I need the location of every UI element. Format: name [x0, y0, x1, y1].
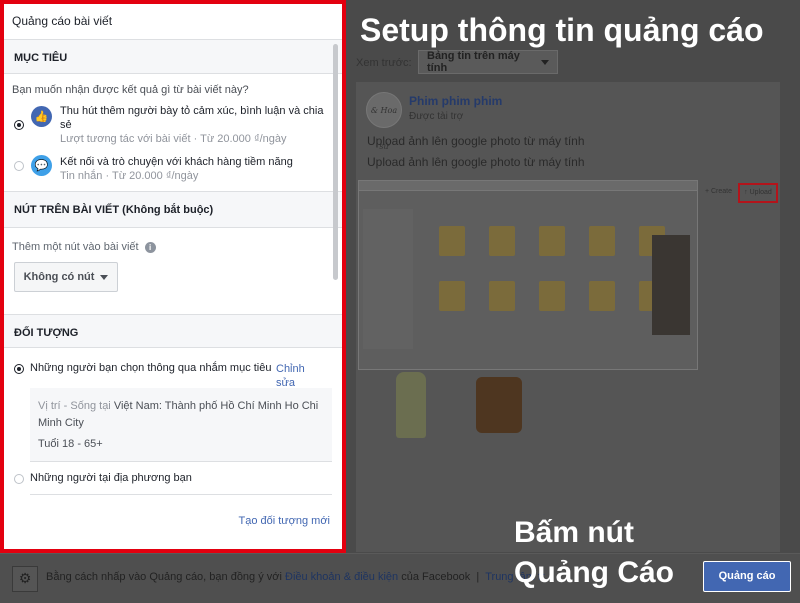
objective-question: Bạn muốn nhận được kết quả gì từ bài viế…: [12, 84, 249, 96]
sponsored-label: Được tài trợ: [409, 111, 464, 122]
chevron-down-icon: [100, 274, 109, 280]
audience-age: Tuổi 18 - 65+: [38, 438, 103, 450]
button-dropdown[interactable]: Không có nút: [14, 262, 118, 292]
preview-placement-select[interactable]: Bảng tin trên máy tính: [418, 50, 558, 74]
product-bottle-photo: [396, 372, 426, 438]
audience-location: Vị trí - Sống tại Việt Nam: Thành phố Hồ…: [38, 398, 324, 432]
create-button: + Create: [704, 188, 732, 195]
open-dialog-sidebar: [363, 209, 413, 349]
audience-radio-targeted[interactable]: [14, 364, 24, 374]
post-image-screenshot: [358, 180, 698, 370]
location-prefix: Vị trí - Sống tại: [38, 400, 111, 412]
objective-option-engagement[interactable]: 👍 Thu hút thêm người bày tỏ cảm xúc, bìn…: [4, 102, 342, 151]
messenger-icon: 💬: [31, 155, 52, 176]
annotation-headline: Setup thông tin quảng cáo: [360, 12, 764, 48]
folder-icon: [589, 226, 615, 256]
thumbs-up-icon: 👍: [31, 106, 52, 127]
preview-label: Xem trước:: [356, 57, 412, 69]
page-name[interactable]: Phim phim phim: [409, 94, 502, 108]
boost-ad-button[interactable]: Quảng cáo: [703, 561, 791, 592]
objective-engagement-title: Thu hút thêm người bày tỏ cảm xúc, bình …: [60, 105, 324, 131]
product-jar-photo: [476, 377, 522, 433]
panel-title: Quảng cáo bài viết: [4, 4, 342, 40]
button-dropdown-value: Không có nút: [23, 271, 95, 283]
folder-icon: [589, 281, 615, 311]
audience-radio-local[interactable]: [14, 474, 24, 484]
ad-preview-card: & Hoa sữ Phim phim phim Được tài trợ Upl…: [356, 82, 780, 552]
boost-post-panel: Quảng cáo bài viết MỤC TIÊU Bạn muốn nhậ…: [0, 0, 346, 553]
upload-button: ↑ Upload: [738, 183, 778, 203]
annotation-cta: Bấm nút Quảng Cáo: [514, 513, 674, 593]
footer-bar: ⚙ Bằng cách nhấp vào Quảng cáo, bạn đồng…: [0, 553, 800, 603]
footer-terms-text: Bằng cách nhấp vào Quảng cáo, bạn đồng ý…: [46, 571, 545, 583]
folder-icon: [489, 226, 515, 256]
page-avatar[interactable]: & Hoa sữ: [366, 92, 402, 151]
audience-section-title: ĐỐI TƯỢNG: [4, 314, 342, 348]
audience-targeted-label: Những người bạn chọn thông qua nhắm mục …: [30, 362, 272, 374]
footer-separator: |: [473, 571, 483, 583]
folder-icon: [539, 226, 565, 256]
info-icon[interactable]: i: [144, 241, 156, 253]
folder-icon: [439, 281, 465, 311]
footer-text-prefix: Bằng cách nhấp vào Quảng cáo, bạn đồng ý…: [46, 571, 282, 583]
add-button-label-row: Thêm một nút vào bài viết i: [4, 228, 342, 253]
audience-option-targeted[interactable]: Những người bạn chọn thông qua nhắm mục …: [4, 362, 342, 389]
objective-option-messages[interactable]: 💬 Kết nối và trò chuyện với khách hàng t…: [4, 153, 342, 191]
gear-icon[interactable]: ⚙: [12, 566, 38, 592]
objective-engagement-sub: Lượt tương tác với bài viết · Từ 20.000 …: [60, 133, 287, 145]
objective-radio-engagement[interactable]: [14, 120, 24, 130]
room-photo: [652, 235, 690, 335]
audience-option-local[interactable]: Những người tại địa phương bạn: [4, 472, 342, 484]
chevron-down-icon: [541, 59, 549, 65]
folder-icon: [439, 226, 465, 256]
audience-divider: [30, 461, 332, 462]
audience-divider-2: [30, 494, 332, 495]
preview-select-value: Bảng tin trên máy tính: [427, 50, 520, 74]
open-dialog-titlebar: [359, 181, 697, 191]
footer-text-mid: của Facebook: [401, 571, 471, 583]
audience-local-label: Những người tại địa phương bạn: [30, 472, 192, 484]
audience-edit-link[interactable]: Chỉnh sửa: [276, 362, 306, 390]
objective-section-title: MỤC TIÊU: [4, 40, 342, 74]
audience-summary: Vị trí - Sống tại Việt Nam: Thành phố Hồ…: [30, 388, 332, 461]
post-text-line-1: Upload ảnh lên google photo từ máy tính: [367, 134, 585, 148]
create-audience-link[interactable]: Tạo đối tượng mới: [239, 515, 331, 527]
objective-messages-title: Kết nối và trò chuyện với khách hàng tiề…: [60, 156, 293, 168]
terms-link[interactable]: Điều khoản & điều kiện: [285, 571, 398, 583]
annotation-cta-line-2: Quảng Cáo: [514, 556, 675, 589]
add-button-label: Thêm một nút vào bài viết: [12, 241, 139, 253]
folder-icon: [539, 281, 565, 311]
annotation-cta-line-1: Bấm nút: [514, 516, 634, 549]
post-text-line-2: Upload ảnh lên google photo từ máy tính: [367, 155, 585, 169]
objective-radio-messages[interactable]: [14, 161, 24, 171]
objective-messages-sub: Tin nhắn · Từ 20.000 ₫/ngày: [60, 170, 199, 182]
folder-icon: [489, 281, 515, 311]
button-section-title: NÚT TRÊN BÀI VIẾT (Không bắt buộc): [4, 191, 342, 228]
